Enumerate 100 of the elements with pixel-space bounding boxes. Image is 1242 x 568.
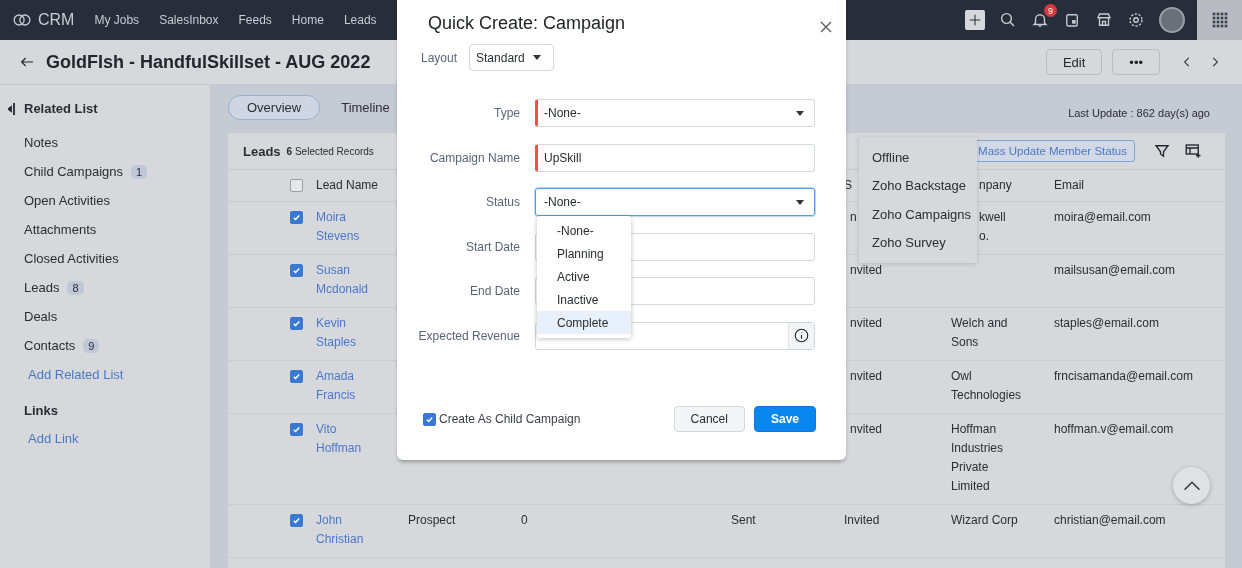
checkmark-icon	[292, 372, 301, 381]
more-button[interactable]: •••	[1112, 49, 1160, 75]
nav-item[interactable]: Leads	[343, 13, 377, 27]
table-cell-text: kwell o.	[979, 209, 1006, 245]
sidebar-item[interactable]: Leads	[24, 280, 60, 295]
tab[interactable]: Overview	[228, 95, 321, 120]
cancel-button[interactable]: Cancel	[673, 406, 745, 432]
calendar-icon[interactable]	[1063, 11, 1081, 29]
checkmark-icon	[292, 213, 301, 222]
caret-icon	[796, 110, 804, 116]
count-badge: 9	[83, 338, 100, 353]
selection-count: 6 Selected Records	[286, 145, 374, 157]
checkmark-icon	[292, 425, 301, 434]
checkmark-icon	[292, 516, 301, 525]
table-cell-text: frncisamanda@email.com	[1054, 368, 1193, 385]
table-cell-text: nvited	[850, 421, 883, 438]
layout-select[interactable]: Standard	[469, 44, 554, 71]
section-heading: Related List	[24, 101, 98, 116]
field-label: Expected Revenue	[417, 328, 520, 343]
notification-badge: 9	[1044, 4, 1057, 17]
logo-text[interactable]: CRM	[38, 11, 75, 29]
row-checkbox[interactable]	[290, 423, 303, 436]
table-title: Leads	[243, 143, 281, 159]
checkmark-icon	[292, 266, 301, 275]
search-icon[interactable]	[999, 11, 1017, 29]
dropdown-option[interactable]: -None-	[537, 220, 631, 243]
sidebar-item[interactable]: Notes	[24, 135, 58, 150]
field-label: Status	[484, 195, 520, 209]
select-field[interactable]: -None-	[535, 188, 815, 216]
close-icon	[820, 21, 832, 33]
table-cell-text: nvited	[850, 262, 883, 279]
checkbox-label: Create As Child Campaign	[439, 412, 581, 426]
close-button[interactable]	[820, 21, 832, 33]
edit-button[interactable]: Edit	[1045, 49, 1103, 75]
apps-button[interactable]	[1197, 0, 1242, 40]
dropdown-option[interactable]: Active	[537, 265, 631, 289]
sidebar-item[interactable]: Deals	[24, 309, 58, 324]
section-heading: Links	[23, 403, 59, 418]
store-icon[interactable]	[1095, 11, 1113, 29]
nav-item[interactable]: Feeds	[238, 13, 272, 27]
column-header[interactable]: npany	[979, 176, 1012, 195]
field-label: End Date	[468, 284, 520, 298]
field-label: Start Date	[464, 239, 520, 254]
row-checkbox[interactable]	[290, 317, 303, 330]
layout-label: Layout	[421, 50, 458, 65]
select-all-checkbox[interactable]	[290, 179, 303, 192]
sidebar-item[interactable]: Closed Activities	[24, 251, 119, 266]
input-field[interactable]: UpSkill	[535, 143, 815, 172]
table-cell-text: hoffman.v@email.com	[1054, 421, 1174, 438]
last-update-text: Last Update : 862 day(s) ago	[1068, 106, 1210, 119]
sidebar-item[interactable]: Attachments	[24, 222, 97, 237]
table-cell-text: n	[850, 209, 857, 226]
table-cell-text: Sent	[731, 512, 756, 529]
menu-item[interactable]: Zoho Survey	[859, 228, 977, 257]
menu-item[interactable]: Zoho Backstage	[859, 171, 977, 200]
select-field[interactable]: -None-	[535, 99, 815, 127]
sidebar-item[interactable]: Open Activities	[24, 193, 110, 208]
table-cell-text: nvited	[850, 315, 883, 332]
chevron-up-icon	[1182, 479, 1201, 492]
filter-icon[interactable]	[1153, 142, 1171, 160]
checkmark-icon	[425, 414, 434, 424]
bell-icon[interactable]	[1031, 11, 1049, 29]
save-button[interactable]: Save	[753, 406, 816, 432]
table-cell-text: christian@email.com	[1054, 512, 1166, 529]
sidebar-item[interactable]: Contacts	[24, 338, 76, 353]
menu-item[interactable]: Zoho Campaigns	[859, 200, 977, 229]
column-header[interactable]: Email	[1054, 176, 1084, 195]
nav-item[interactable]: Home	[291, 13, 324, 27]
column-header[interactable]: Lead Name	[316, 176, 379, 195]
field-label: Campaign Name	[428, 150, 520, 165]
collapse-icon[interactable]	[8, 101, 16, 116]
row-checkbox[interactable]	[290, 514, 303, 527]
sidebar-item[interactable]: Child Campaigns	[24, 164, 123, 179]
dropdown-option[interactable]: Planning	[537, 242, 631, 266]
row-checkbox[interactable]	[290, 211, 303, 224]
table-cell-text: Welch and Sons	[951, 315, 1009, 351]
nav-item[interactable]: SalesInbox	[159, 13, 219, 27]
dropdown-option[interactable]: Complete	[537, 311, 631, 334]
dropdown-option[interactable]: Inactive	[537, 288, 631, 312]
count-badge: 8	[67, 280, 84, 295]
logo-icon[interactable]	[12, 13, 32, 27]
table-cell-text: 0	[521, 512, 528, 529]
record-title: GoldFIsh - HandfulSkillset - AUG 2022	[46, 51, 371, 73]
settings-icon[interactable]	[1127, 11, 1145, 29]
row-checkbox[interactable]	[290, 370, 303, 383]
avatar[interactable]	[1159, 7, 1185, 33]
table-cell-text: moira@email.com	[1054, 209, 1151, 226]
nav-item[interactable]: My Jobs	[94, 13, 140, 27]
count-badge: 1	[131, 164, 148, 179]
caret-icon	[532, 55, 541, 60]
table-cell-text: Prospect	[408, 512, 456, 529]
field-label: Type	[493, 106, 520, 120]
table-cell-text: staples@email.com	[1054, 315, 1159, 332]
row-checkbox[interactable]	[290, 264, 303, 277]
add-column-icon[interactable]	[1183, 142, 1203, 160]
table-cell-text: Owl Technologies	[951, 368, 1023, 404]
child-campaign-checkbox[interactable]	[423, 412, 436, 426]
caret-icon	[796, 199, 804, 205]
info-icon	[794, 328, 809, 343]
table-cell-text: mailsusan@email.com	[1054, 262, 1175, 279]
